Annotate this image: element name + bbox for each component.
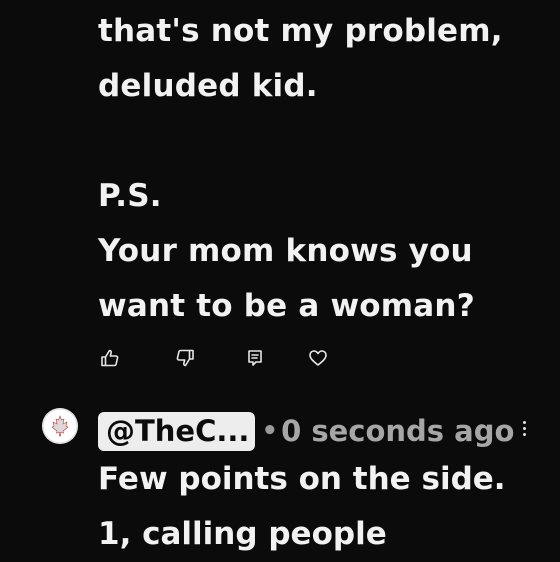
kebab-dot <box>522 432 526 436</box>
timestamp: 0 seconds ago <box>281 414 515 448</box>
thumbs-up-icon <box>101 349 119 367</box>
comment-line: deluded kid. <box>98 68 318 104</box>
comment-line: want to be a woman? <box>98 288 475 324</box>
comment-line: that's not my problem, <box>98 13 503 49</box>
dislike-button[interactable] <box>173 346 197 370</box>
reply-icon <box>248 350 262 366</box>
reply-line: Few points on the side. <box>98 461 506 497</box>
separator-dot: • <box>261 416 279 446</box>
more-options-button[interactable] <box>516 414 532 442</box>
reply-button[interactable] <box>243 346 267 370</box>
comment-body: that's not my problem, deluded kid. P.S.… <box>98 4 538 334</box>
author-handle[interactable]: @TheC... <box>98 411 256 451</box>
comment-blank-line <box>98 114 538 169</box>
avatar[interactable] <box>42 408 78 444</box>
maple-leaf-icon <box>42 408 78 444</box>
heart-icon <box>309 350 327 366</box>
reply-line: 1, calling people <box>98 516 387 552</box>
reply-text: Few points on the side. 1, calling peopl… <box>98 452 506 562</box>
comment-line: Your mom knows you <box>98 233 473 269</box>
comment-line: P.S. <box>98 178 162 214</box>
like-button[interactable] <box>98 346 122 370</box>
thumbs-down-icon <box>176 349 194 367</box>
kebab-dot <box>522 426 526 430</box>
heart-button[interactable] <box>306 346 330 370</box>
reply-meta: @TheC... • 0 seconds ago <box>98 411 514 451</box>
kebab-dot <box>522 420 526 424</box>
reply-comment: @TheC... • 0 seconds ago Few points on t… <box>0 400 560 560</box>
